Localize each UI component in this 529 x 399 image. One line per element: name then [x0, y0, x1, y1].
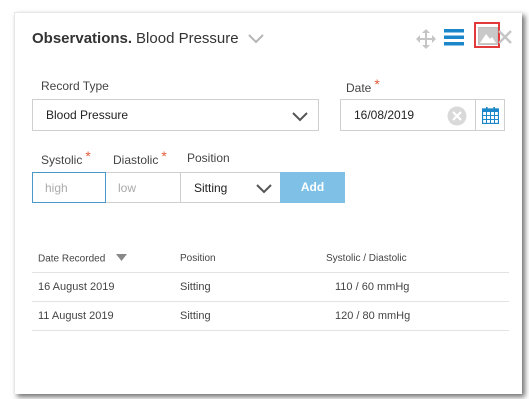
- systolic-placeholder: high: [45, 181, 68, 195]
- systolic-label: Systolic *: [41, 148, 91, 167]
- diastolic-placeholder: low: [118, 181, 137, 195]
- table-row[interactable]: 16 August 2019 Sitting 110 / 60 mmHg: [32, 273, 509, 302]
- record-type-value: Blood Pressure: [46, 108, 129, 122]
- observations-panel: Observations. Blood Pressure Record Type…: [14, 12, 522, 394]
- systolic-label-text: Systolic: [41, 153, 83, 167]
- diastolic-label: Diastolic *: [113, 148, 167, 167]
- calendar-button[interactable]: [475, 99, 505, 131]
- record-type-label-text: Record Type: [41, 79, 109, 93]
- highlight-box: [474, 22, 500, 48]
- row-position: Sitting: [180, 310, 211, 322]
- clear-icon[interactable]: [447, 106, 467, 129]
- row-date: 11 August 2019: [38, 310, 114, 322]
- panel-title: Observations. Blood Pressure: [32, 29, 264, 48]
- required-mark: *: [161, 148, 167, 164]
- position-label-text: Position: [187, 151, 230, 165]
- close-icon[interactable]: [498, 30, 512, 49]
- calendar-icon: [482, 107, 499, 124]
- header-position: Position: [180, 253, 216, 264]
- menu-icon[interactable]: [444, 28, 464, 51]
- move-icon[interactable]: [416, 29, 436, 54]
- header-systolic-diastolic: Systolic / Diastolic: [326, 253, 407, 264]
- panel-title-text: Blood Pressure: [136, 30, 239, 47]
- date-input[interactable]: 16/08/2019: [340, 99, 476, 131]
- date-label-text: Date: [346, 81, 372, 95]
- header-date-recorded[interactable]: Date Recorded: [38, 245, 128, 274]
- position-label: Position: [187, 151, 230, 165]
- required-mark: *: [85, 148, 91, 164]
- position-value: Sitting: [194, 181, 228, 195]
- required-mark: *: [374, 76, 380, 92]
- row-date: 16 August 2019: [38, 281, 115, 293]
- row-position: Sitting: [180, 281, 211, 293]
- chevron-down-icon: [256, 183, 272, 197]
- diastolic-input[interactable]: low: [106, 172, 181, 203]
- add-button[interactable]: Add: [280, 172, 345, 203]
- position-select[interactable]: Sitting: [180, 172, 281, 203]
- chevron-down-icon[interactable]: [247, 31, 264, 48]
- panel-title-bold: Observations.: [32, 30, 133, 47]
- table-row[interactable]: 11 August 2019 Sitting 120 / 80 mmHg: [32, 302, 509, 331]
- record-type-label: Record Type: [41, 79, 109, 93]
- sort-down-icon[interactable]: [116, 245, 128, 273]
- chevron-down-icon: [292, 111, 308, 125]
- row-reading: 120 / 80 mmHg: [335, 310, 411, 322]
- systolic-input[interactable]: high: [32, 172, 106, 203]
- date-label: Date *: [346, 76, 380, 95]
- header-date-recorded-text: Date Recorded: [38, 253, 106, 265]
- row-reading: 110 / 60 mmHg: [335, 281, 410, 293]
- diastolic-label-text: Diastolic: [113, 153, 159, 167]
- record-type-select[interactable]: Blood Pressure: [32, 99, 319, 131]
- table-header: Date Recorded Position Systolic / Diasto…: [32, 245, 509, 273]
- observations-table: Date Recorded Position Systolic / Diasto…: [32, 245, 509, 331]
- date-value: 16/08/2019: [354, 108, 415, 122]
